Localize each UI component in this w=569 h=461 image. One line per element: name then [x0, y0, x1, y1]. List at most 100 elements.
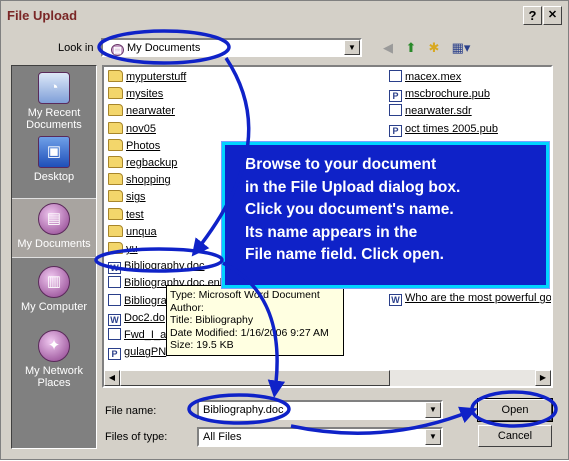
file-list-item[interactable]: Poct times 2005.pub: [389, 122, 498, 139]
cancel-button[interactable]: Cancel: [478, 425, 552, 447]
document-icon: P: [389, 124, 402, 137]
tooltip-author: Author:: [170, 301, 204, 314]
file-list-item[interactable]: sigs: [108, 190, 146, 207]
scroll-left-icon[interactable]: ◀: [104, 370, 120, 386]
tooltip-type: Type: Microsoft Word Document: [170, 289, 320, 301]
file-list-item[interactable]: unqua: [108, 224, 157, 242]
document-icon: [108, 293, 121, 306]
file-list-item[interactable]: regbackup: [108, 156, 177, 173]
place-my-recent-documents[interactable]: ◔ My Recent Documents: [12, 72, 96, 131]
file-list-item[interactable]: Photos: [108, 138, 161, 156]
place-label: My Computer: [20, 301, 88, 313]
files-of-type-select[interactable]: All Files ▼: [197, 427, 443, 447]
chevron-down-icon[interactable]: ▼: [344, 40, 360, 55]
file-name: Photos: [126, 139, 161, 152]
file-name-input[interactable]: Bibliography.doc ▼: [197, 400, 443, 420]
file-list-item[interactable]: yu: [108, 242, 138, 259]
views-menu-icon[interactable]: ▦▾: [448, 39, 474, 57]
file-name: mysites: [126, 88, 164, 101]
document-icon: P: [108, 348, 121, 361]
file-name: Fwd_I_a: [124, 329, 167, 341]
file-name: regbackup: [126, 157, 178, 169]
file-name: unqua: [126, 225, 157, 238]
callout-line: File name field. Click open.: [245, 246, 444, 263]
file-list-item[interactable]: shopping: [108, 173, 171, 190]
file-list-item[interactable]: mysites: [108, 87, 163, 104]
tooltip-date-modified: Date Modified: 1/16/2006 9:27 AM: [170, 326, 329, 339]
place-my-computer[interactable]: ▥ My Computer: [12, 266, 96, 313]
chevron-down-icon[interactable]: ▼: [425, 429, 441, 445]
file-name: yu: [126, 243, 138, 255]
file-list-item[interactable]: PgulagPN: [108, 345, 166, 362]
folder-icon: [108, 242, 123, 254]
file-list-item[interactable]: Fwd_I_a: [108, 328, 166, 345]
desktop-icon: ▣: [38, 136, 70, 168]
document-icon: [389, 104, 402, 117]
file-name: shopping: [126, 174, 171, 187]
file-name: mscbrochure.pub: [405, 88, 490, 101]
document-icon: [108, 328, 121, 340]
my-documents-icon: ▤: [38, 203, 70, 235]
folder-icon: [108, 104, 123, 117]
file-list-item[interactable]: W Doc2.do: [108, 311, 165, 328]
scroll-thumb[interactable]: [120, 370, 390, 386]
file-name: macex.mex: [405, 71, 462, 83]
recent-documents-icon: ◔: [38, 72, 70, 104]
folder-icon: [108, 173, 123, 186]
file-name: Bibliography.doc: [124, 260, 205, 273]
callout-line: Click you document's name.: [245, 201, 454, 218]
file-list-item[interactable]: Bibliogra: [108, 293, 167, 311]
file-name: gulagPN: [124, 346, 167, 359]
file-name-value: Bibliography.doc: [203, 404, 284, 416]
my-documents-icon: ▤: [111, 44, 124, 56]
tooltip-title: Title: Bibliography: [170, 314, 254, 326]
document-icon: [108, 276, 121, 289]
file-name: sigs: [126, 191, 146, 204]
file-name: test: [126, 208, 144, 221]
close-button[interactable]: ✕: [543, 6, 562, 25]
horizontal-scrollbar[interactable]: ◀ ▶: [104, 369, 551, 386]
folder-icon: [108, 156, 123, 168]
document-icon: [389, 70, 402, 82]
file-name: Doc2.do: [124, 311, 165, 324]
file-name: oct times 2005.pub: [405, 122, 498, 135]
help-button[interactable]: ?: [523, 6, 542, 25]
file-list-item[interactable]: myputerstuff: [108, 70, 186, 87]
file-list-item[interactable]: nearwater: [108, 104, 175, 121]
place-my-documents[interactable]: ▤ My Documents: [12, 198, 96, 258]
files-of-type-label: Files of type:: [105, 431, 168, 443]
new-folder-icon[interactable]: ✱: [425, 39, 443, 57]
callout-line: Browse to your document: [245, 156, 437, 173]
folder-icon: [108, 87, 123, 100]
file-list-item[interactable]: W Who are the most powerful go: [389, 291, 551, 308]
look-in-combo[interactable]: ▤ My Documents ▼: [101, 38, 362, 57]
file-list-item[interactable]: nearwater.sdr: [389, 104, 472, 121]
folder-icon: [108, 207, 123, 220]
file-name-label: File name:: [105, 405, 157, 417]
file-list-item[interactable]: test: [108, 207, 144, 225]
file-list-item[interactable]: nov05: [108, 121, 156, 139]
window-title: File Upload: [7, 8, 78, 23]
folder-icon: [108, 190, 123, 203]
place-my-network-places[interactable]: ✦ My Network Places: [12, 330, 96, 389]
file-list-item[interactable]: macex.mex: [389, 70, 461, 87]
document-icon: W: [108, 313, 121, 326]
place-label: My Network Places: [24, 365, 84, 389]
scroll-right-icon[interactable]: ▶: [535, 370, 551, 386]
file-list-item[interactable]: W Bibliography.doc: [108, 259, 205, 276]
up-folder-icon[interactable]: ⬆: [402, 39, 420, 57]
file-name: nov05: [126, 122, 156, 135]
place-label: Desktop: [33, 171, 75, 183]
instruction-callout: Browse to your document in the File Uplo…: [221, 141, 550, 289]
title-bar: File Upload ? ✕: [1, 1, 568, 31]
chevron-down-icon[interactable]: ▼: [425, 402, 441, 418]
back-icon[interactable]: ◀: [379, 39, 397, 57]
document-icon: P: [389, 90, 402, 103]
file-list-item[interactable]: Pmscbrochure.pub: [389, 87, 490, 104]
folder-icon: [108, 70, 123, 82]
file-info-tooltip: Type: Microsoft Word Document Author: Ti…: [166, 285, 344, 356]
folder-icon: [108, 138, 123, 151]
place-desktop[interactable]: ▣ Desktop: [12, 136, 96, 183]
open-button[interactable]: Open: [477, 398, 553, 422]
file-upload-dialog: File Upload ? ✕ Look in ▤ My Documents ▼ …: [0, 0, 569, 460]
